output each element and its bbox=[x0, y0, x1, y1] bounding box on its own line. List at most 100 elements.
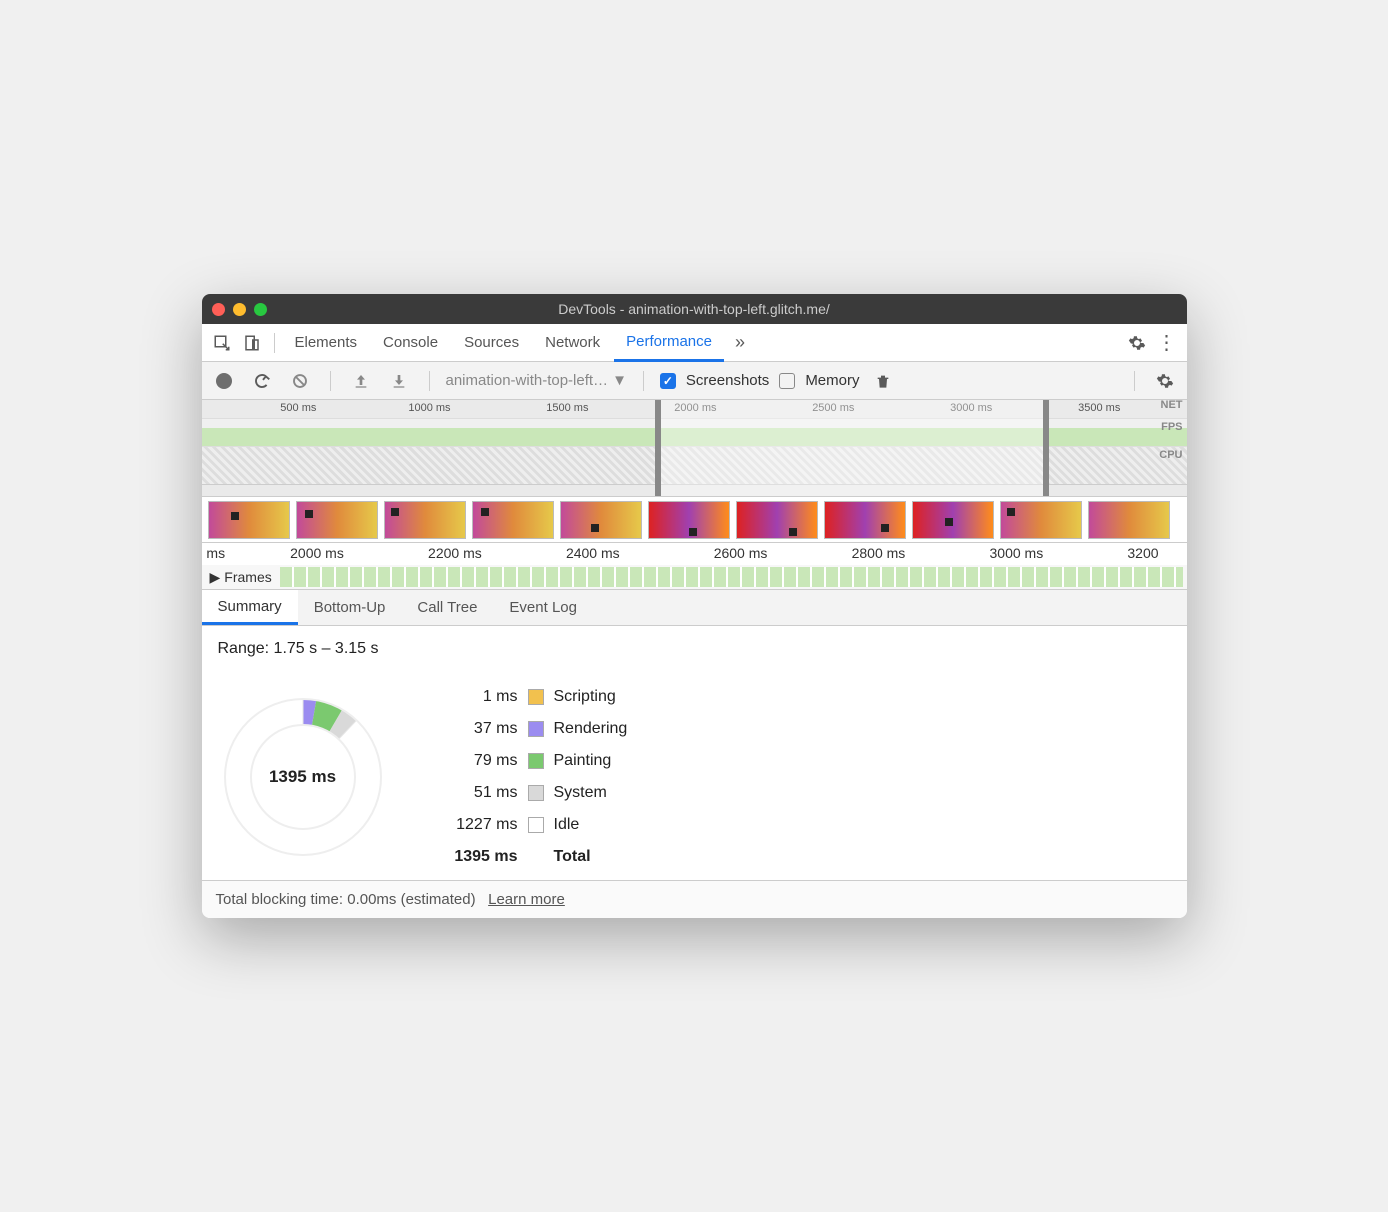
overview-timeline[interactable]: 500 ms 1000 ms 1500 ms 2000 ms 2500 ms 3… bbox=[202, 400, 1187, 497]
device-toolbar-icon[interactable] bbox=[238, 329, 266, 357]
tab-summary[interactable]: Summary bbox=[202, 590, 298, 625]
record-button[interactable] bbox=[210, 367, 238, 395]
ruler-tick: 2800 ms bbox=[852, 545, 906, 561]
recording-name: animation-with-top-left… bbox=[446, 372, 609, 389]
divider bbox=[330, 371, 331, 391]
close-window-button[interactable] bbox=[212, 303, 225, 316]
frames-track-toggle[interactable]: ▶ Frames bbox=[206, 569, 276, 586]
legend-row: 51 ms System bbox=[438, 784, 628, 802]
legend-row: 1227 ms Idle bbox=[438, 816, 628, 834]
upload-profile-icon[interactable] bbox=[347, 367, 375, 395]
divider bbox=[643, 371, 644, 391]
ruler-tick: 1500 ms bbox=[546, 402, 588, 414]
legend-swatch bbox=[528, 817, 544, 833]
legend-label: Scripting bbox=[554, 688, 616, 706]
ruler-tick: 2200 ms bbox=[428, 545, 482, 561]
maximize-window-button[interactable] bbox=[254, 303, 267, 316]
ruler-tick: 2000 ms bbox=[290, 545, 344, 561]
screenshot-thumb[interactable] bbox=[1088, 501, 1170, 539]
legend-value: 51 ms bbox=[438, 784, 518, 802]
result-tabs: Summary Bottom-Up Call Tree Event Log bbox=[202, 590, 1187, 626]
screenshot-thumb[interactable] bbox=[208, 501, 290, 539]
summary-panel: Range: 1.75 s – 3.15 s 1395 ms 1 ms Scrip… bbox=[202, 626, 1187, 880]
net-track-label: NET bbox=[1161, 399, 1183, 411]
overview-selection-handles[interactable] bbox=[655, 400, 1049, 496]
footer-bar: Total blocking time: 0.00ms (estimated) … bbox=[202, 880, 1187, 918]
screenshots-checkbox[interactable] bbox=[660, 373, 676, 389]
garbage-collect-icon[interactable] bbox=[869, 367, 897, 395]
total-blocking-time: Total blocking time: 0.00ms (estimated) bbox=[216, 891, 476, 908]
settings-gear-icon[interactable] bbox=[1123, 329, 1151, 357]
play-arrow-icon: ▶ bbox=[210, 569, 221, 586]
screenshot-thumb[interactable] bbox=[296, 501, 378, 539]
screenshot-thumb[interactable] bbox=[472, 501, 554, 539]
more-tabs-icon[interactable]: » bbox=[726, 329, 754, 357]
fps-track-label: FPS bbox=[1161, 421, 1182, 433]
divider bbox=[429, 371, 430, 391]
tab-bottom-up[interactable]: Bottom-Up bbox=[298, 590, 402, 625]
divider bbox=[274, 333, 275, 353]
memory-label: Memory bbox=[805, 372, 859, 389]
screenshot-thumb[interactable] bbox=[560, 501, 642, 539]
legend-swatch bbox=[528, 753, 544, 769]
clear-icon[interactable] bbox=[286, 367, 314, 395]
legend-row: 1 ms Scripting bbox=[438, 688, 628, 706]
legend-label: System bbox=[554, 784, 607, 802]
legend-value: 1227 ms bbox=[438, 816, 518, 834]
performance-toolbar: animation-with-top-left… ▼ Screenshots M… bbox=[202, 362, 1187, 400]
flame-ruler: ms 2000 ms 2200 ms 2400 ms 2600 ms 2800 … bbox=[202, 543, 1187, 565]
tab-performance[interactable]: Performance bbox=[614, 325, 724, 362]
legend-label: Rendering bbox=[554, 720, 628, 738]
legend-label: Idle bbox=[554, 816, 580, 834]
legend-value: 1 ms bbox=[438, 688, 518, 706]
ruler-tick: 1000 ms bbox=[408, 402, 450, 414]
legend-swatch bbox=[528, 785, 544, 801]
flame-chart-area[interactable]: ms 2000 ms 2200 ms 2400 ms 2600 ms 2800 … bbox=[202, 543, 1187, 590]
minimize-window-button[interactable] bbox=[233, 303, 246, 316]
tab-console[interactable]: Console bbox=[371, 324, 450, 361]
tab-call-tree[interactable]: Call Tree bbox=[401, 590, 493, 625]
capture-settings-gear-icon[interactable] bbox=[1151, 367, 1179, 395]
legend-swatch bbox=[528, 721, 544, 737]
screenshot-filmstrip[interactable] bbox=[202, 497, 1187, 543]
screenshots-label: Screenshots bbox=[686, 372, 769, 389]
screenshot-thumb[interactable] bbox=[824, 501, 906, 539]
legend-row: 37 ms Rendering bbox=[438, 720, 628, 738]
legend-swatch bbox=[528, 689, 544, 705]
tab-sources[interactable]: Sources bbox=[452, 324, 531, 361]
screenshot-thumb[interactable] bbox=[1000, 501, 1082, 539]
panel-tabs: Elements Console Sources Network Perform… bbox=[202, 324, 1187, 362]
ruler-tick: 3200 bbox=[1127, 545, 1158, 561]
cpu-track-label: CPU bbox=[1159, 449, 1182, 461]
range-label: Range: 1.75 s – 3.15 s bbox=[218, 640, 1171, 658]
summary-donut-chart: 1395 ms bbox=[218, 692, 388, 862]
frame-bars[interactable] bbox=[280, 567, 1183, 587]
learn-more-link[interactable]: Learn more bbox=[488, 891, 565, 908]
recording-select[interactable]: animation-with-top-left… ▼ bbox=[446, 372, 627, 389]
legend-label: Painting bbox=[554, 752, 612, 770]
kebab-menu-icon[interactable]: ⋮ bbox=[1153, 329, 1181, 357]
memory-checkbox[interactable] bbox=[779, 373, 795, 389]
download-profile-icon[interactable] bbox=[385, 367, 413, 395]
frames-track[interactable]: ▶ Frames bbox=[202, 565, 1187, 589]
legend-total-row: 1395 ms Total bbox=[438, 848, 628, 866]
tab-elements[interactable]: Elements bbox=[283, 324, 370, 361]
screenshot-thumb[interactable] bbox=[648, 501, 730, 539]
dropdown-arrow-icon: ▼ bbox=[612, 372, 627, 389]
devtools-window: DevTools - animation-with-top-left.glitc… bbox=[202, 294, 1187, 918]
screenshot-thumb[interactable] bbox=[384, 501, 466, 539]
window-title: DevTools - animation-with-top-left.glitc… bbox=[212, 301, 1177, 317]
screenshot-thumb[interactable] bbox=[912, 501, 994, 539]
frames-label: Frames bbox=[224, 569, 271, 585]
legend-total-value: 1395 ms bbox=[438, 848, 518, 866]
tab-network[interactable]: Network bbox=[533, 324, 612, 361]
legend-total-label: Total bbox=[554, 848, 591, 866]
titlebar[interactable]: DevTools - animation-with-top-left.glitc… bbox=[202, 294, 1187, 324]
legend-value: 37 ms bbox=[438, 720, 518, 738]
screenshot-thumb[interactable] bbox=[736, 501, 818, 539]
tab-event-log[interactable]: Event Log bbox=[493, 590, 593, 625]
donut-center-value: 1395 ms bbox=[269, 767, 336, 787]
reload-record-icon[interactable] bbox=[248, 367, 276, 395]
inspect-element-icon[interactable] bbox=[208, 329, 236, 357]
ruler-tick: ms bbox=[206, 545, 225, 561]
